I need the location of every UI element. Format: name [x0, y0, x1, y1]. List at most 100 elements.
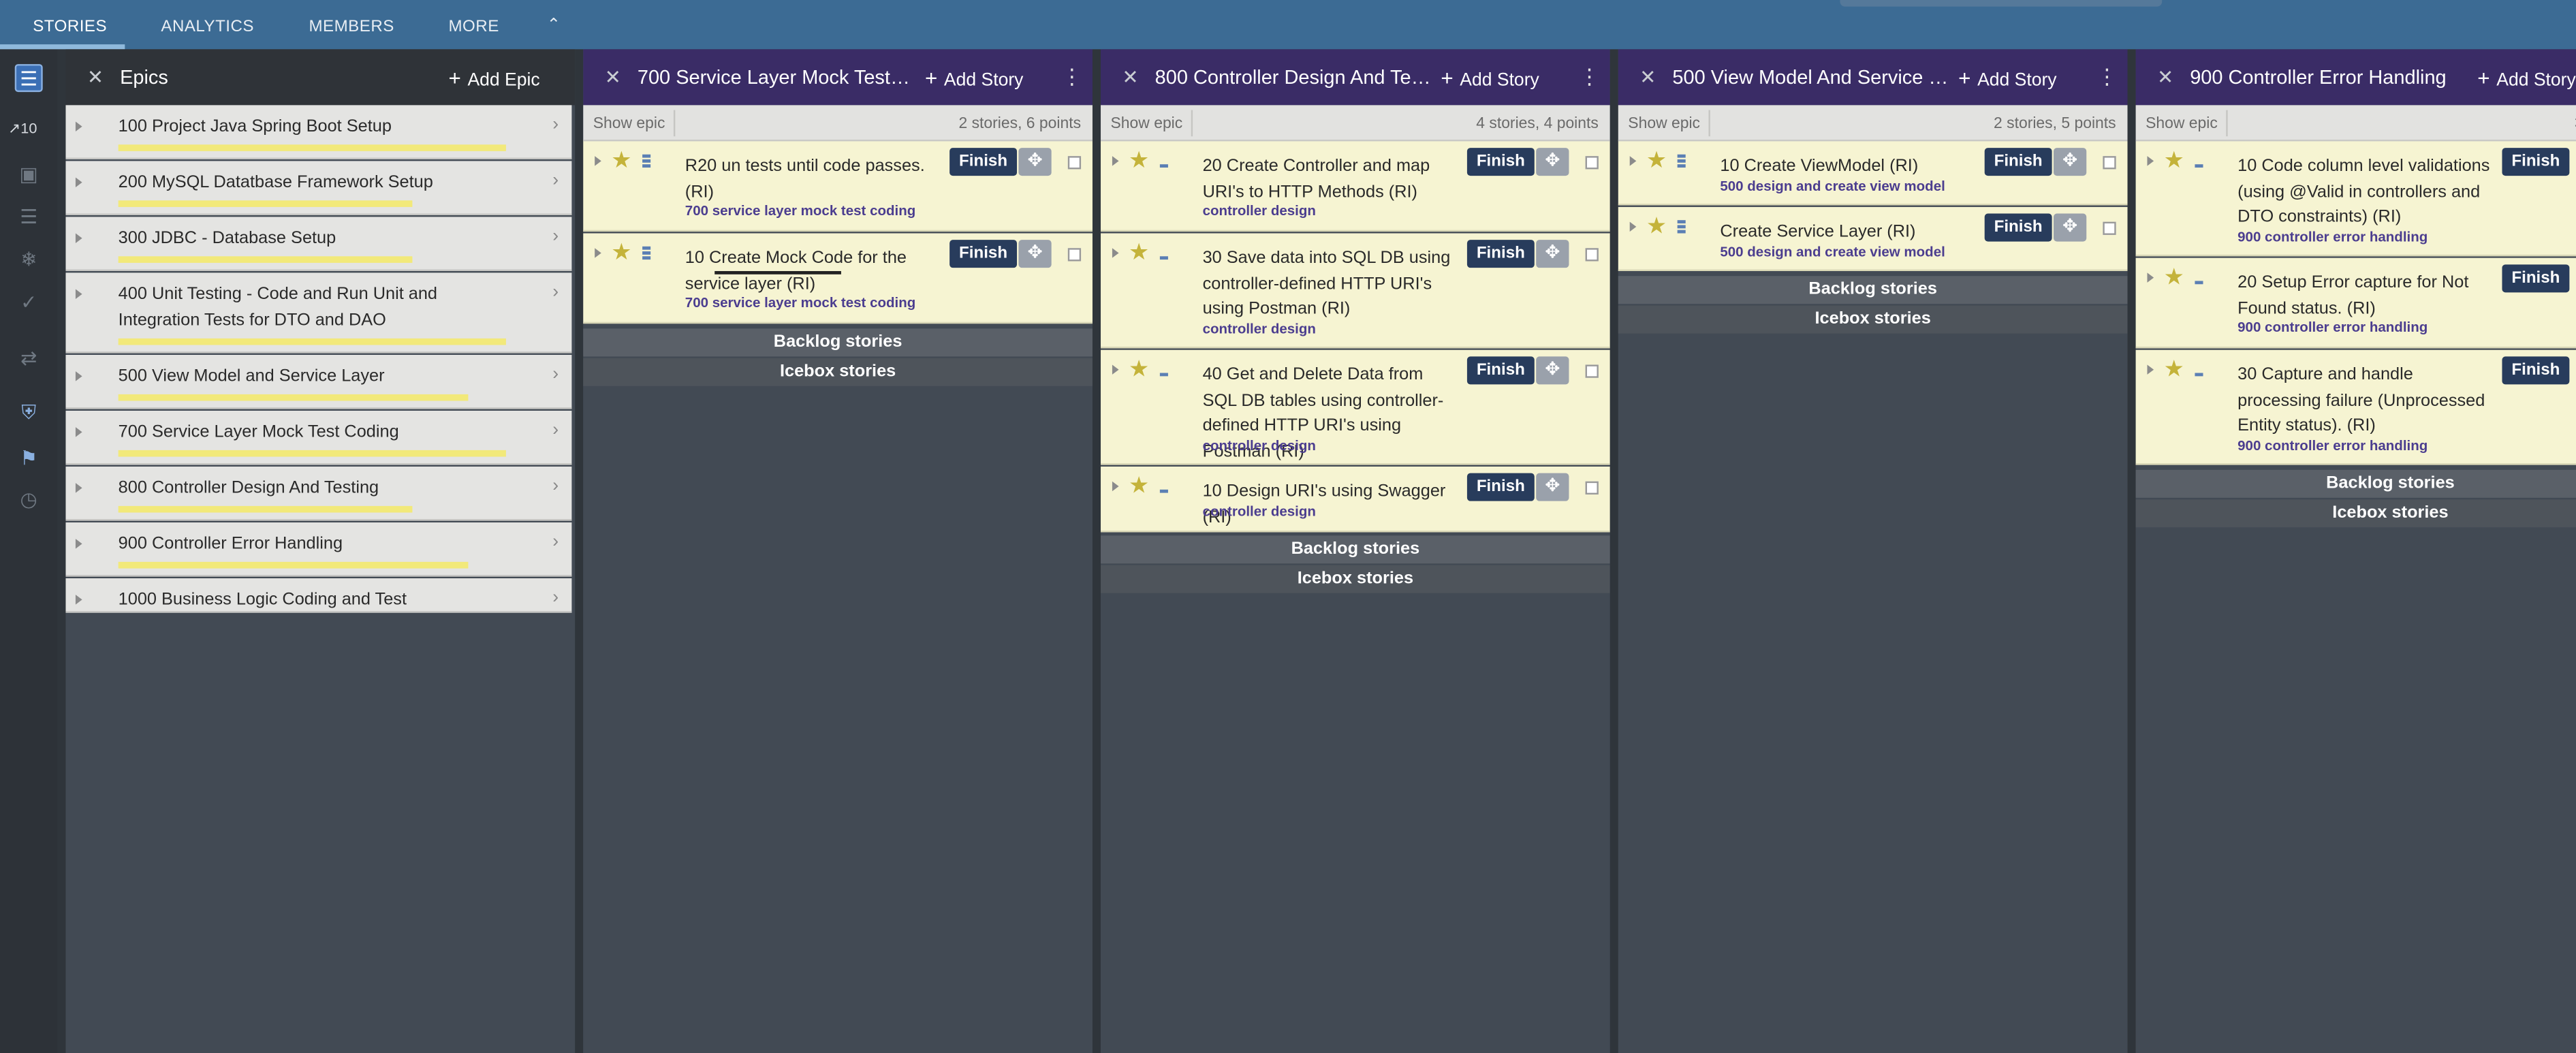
expand-icon[interactable]: [2147, 272, 2154, 283]
backlog-stories-bar[interactable]: Backlog stories: [1618, 276, 2128, 304]
finish-button[interactable]: Finish: [1984, 148, 2052, 176]
stories-icon[interactable]: ☰: [14, 64, 43, 93]
drag-handle-icon[interactable]: ✥: [2054, 148, 2087, 176]
story-card[interactable]: ★ 10 Create Mock Code for the service lay…: [583, 233, 1093, 324]
expand-icon[interactable]: [1629, 221, 1637, 232]
story-card[interactable]: ★ 40 Get and Delete Data from SQL DB tabl…: [1101, 349, 1610, 465]
finish-button[interactable]: Finish: [2502, 148, 2570, 176]
finish-button[interactable]: Finish: [2502, 356, 2570, 385]
add-epic-button[interactable]: + Add Epic: [448, 65, 539, 90]
story-card[interactable]: ★ 20 Setup Error capture for Not Found st…: [2135, 257, 2576, 349]
story-card[interactable]: ★ Create Service Layer (RI) 500 design and…: [1618, 206, 2128, 271]
close-icon[interactable]: ✕: [1639, 65, 1656, 89]
story-label[interactable]: 700 service layer mock test coding: [685, 202, 915, 219]
check-icon[interactable]: ✓: [15, 289, 43, 317]
tab-members[interactable]: MEMBERS: [309, 18, 394, 37]
story-label[interactable]: controller design: [1203, 202, 1316, 219]
more-options-icon[interactable]: ⋮: [1579, 64, 1600, 91]
finish-button[interactable]: Finish: [1466, 148, 1535, 176]
epic-row[interactable]: 400 Unit Testing - Code and Run Unit and…: [65, 272, 572, 353]
drag-handle-icon[interactable]: ✥: [1536, 473, 1569, 501]
story-card[interactable]: ★ 20 Create Controller and map URI's to H…: [1101, 141, 1610, 232]
icebox-stories-bar[interactable]: Icebox stories: [583, 358, 1093, 386]
chevron-right-icon[interactable]: ›: [552, 171, 559, 191]
chevron-right-icon[interactable]: ›: [552, 476, 559, 496]
velocity-indicator[interactable]: ↗10: [8, 120, 37, 138]
story-label[interactable]: controller design: [1203, 503, 1316, 519]
close-icon[interactable]: ✕: [1122, 65, 1138, 89]
expand-icon[interactable]: [595, 156, 601, 166]
icebox-stories-bar[interactable]: Icebox stories: [1618, 305, 2128, 334]
expand-icon[interactable]: [75, 289, 82, 299]
show-epic-toggle[interactable]: Show epic: [1628, 115, 1700, 133]
tab-analytics[interactable]: ANALYTICS: [161, 18, 254, 37]
more-options-icon[interactable]: ⋮: [2096, 64, 2118, 91]
select-checkbox[interactable]: [1585, 248, 1599, 262]
tab-stories[interactable]: STORIES: [33, 18, 107, 37]
select-checkbox[interactable]: [1585, 481, 1599, 495]
show-epic-toggle[interactable]: Show epic: [593, 115, 665, 133]
epic-row[interactable]: 100 Project Java Spring Boot Setup ›: [65, 105, 572, 159]
expand-icon[interactable]: [1112, 481, 1119, 492]
expand-icon[interactable]: [75, 483, 82, 493]
add-story-button[interactable]: + Add Story: [1958, 65, 2056, 90]
story-card[interactable]: ★ 10 Design URI's using Swagger (RI) contr…: [1101, 467, 1610, 533]
select-checkbox[interactable]: [1067, 248, 1082, 262]
expand-icon[interactable]: [75, 371, 82, 381]
finish-button[interactable]: Finish: [949, 240, 1018, 268]
select-checkbox[interactable]: [1067, 156, 1082, 170]
backlog-stories-bar[interactable]: Backlog stories: [583, 328, 1093, 357]
star-icon[interactable]: ★: [2164, 146, 2184, 174]
star-icon[interactable]: ★: [1646, 212, 1667, 240]
select-checkbox[interactable]: [1585, 364, 1599, 378]
expand-icon[interactable]: [75, 177, 82, 187]
icebox-stories-bar[interactable]: Icebox stories: [2135, 499, 2576, 528]
label-icon[interactable]: ⚑: [15, 445, 43, 473]
story-card[interactable]: ★ 10 Code column level validations (using…: [2135, 141, 2576, 257]
story-label[interactable]: 900 controller error handling: [2237, 319, 2428, 335]
badge-icon[interactable]: ⛨: [15, 399, 43, 427]
expand-icon[interactable]: [75, 539, 82, 549]
expand-icon[interactable]: [75, 233, 82, 243]
star-icon[interactable]: ★: [1129, 355, 1149, 383]
select-checkbox[interactable]: [1585, 156, 1599, 170]
tab-more[interactable]: MORE: [448, 18, 499, 37]
chevron-right-icon[interactable]: ›: [552, 364, 559, 384]
more-options-icon[interactable]: ⋮: [1061, 64, 1082, 91]
story-label[interactable]: 500 design and create view model: [1720, 177, 1945, 193]
epic-row[interactable]: 200 MySQL Datatbase Framework Setup ›: [65, 161, 572, 215]
search-icon[interactable]: [1804, 0, 1817, 7]
story-card[interactable]: ★ R20 un tests until code passes. (RI) 700…: [583, 141, 1093, 232]
chevron-right-icon[interactable]: ›: [552, 283, 559, 302]
finish-button[interactable]: Finish: [1984, 213, 2052, 242]
expand-icon[interactable]: [75, 595, 82, 605]
done-icon[interactable]: ▣: [15, 161, 43, 189]
close-icon[interactable]: ✕: [2157, 65, 2173, 89]
expand-icon[interactable]: [75, 121, 82, 131]
clock-icon[interactable]: ◷: [15, 486, 43, 514]
star-icon[interactable]: ★: [1129, 471, 1149, 499]
add-story-button[interactable]: + Add Story: [2477, 65, 2575, 90]
finish-button[interactable]: Finish: [1466, 356, 1535, 385]
epic-row[interactable]: 700 Service Layer Mock Test Coding ›: [65, 411, 572, 465]
star-icon[interactable]: ★: [1129, 146, 1149, 174]
finish-button[interactable]: Finish: [1466, 240, 1535, 268]
expand-icon[interactable]: [595, 248, 601, 258]
drag-handle-icon[interactable]: ✥: [1536, 148, 1569, 176]
close-icon[interactable]: ✕: [605, 65, 621, 89]
expand-icon[interactable]: [1112, 364, 1119, 375]
select-checkbox[interactable]: [2103, 156, 2116, 170]
icebox-stories-bar[interactable]: Icebox stories: [1101, 565, 1610, 593]
epic-row[interactable]: 1000 Business Logic Coding and Test ›: [65, 578, 572, 613]
expand-icon[interactable]: [75, 427, 82, 437]
story-label[interactable]: 700 service layer mock test coding: [685, 294, 915, 311]
story-card[interactable]: ★ 30 Capture and handle processing failur…: [2135, 349, 2576, 465]
expand-icon[interactable]: [1629, 156, 1637, 166]
epic-row[interactable]: 500 View Model and Service Layer ›: [65, 354, 572, 409]
story-label[interactable]: controller design: [1203, 320, 1316, 336]
star-icon[interactable]: ★: [1129, 238, 1149, 266]
story-label[interactable]: 500 design and create view model: [1720, 243, 1945, 260]
epic-row[interactable]: 900 Controller Error Handling ›: [65, 522, 572, 577]
collapse-up-icon[interactable]: ⌃: [544, 16, 563, 36]
show-epic-toggle[interactable]: Show epic: [1111, 115, 1183, 133]
